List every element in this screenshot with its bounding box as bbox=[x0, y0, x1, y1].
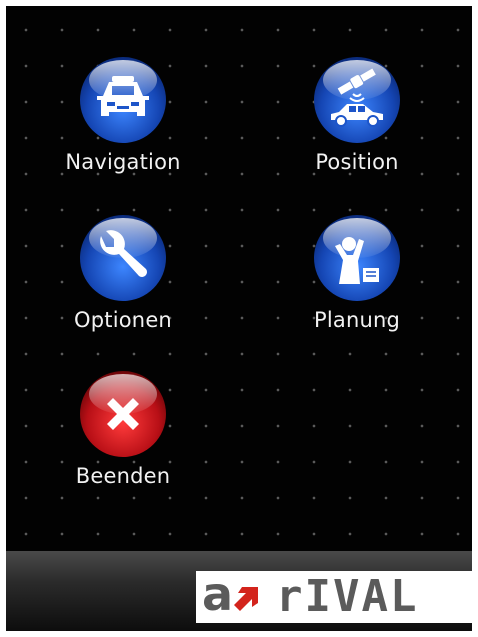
bottom-bar: a rIVAL bbox=[6, 551, 472, 631]
menu-label-planung: Planung bbox=[313, 308, 401, 332]
menu-label-beenden: Beenden bbox=[75, 464, 171, 488]
wrench-icon bbox=[79, 214, 167, 302]
menu-item-optionen[interactable]: Optionen bbox=[38, 214, 208, 344]
logo-text: rIVAL bbox=[276, 571, 419, 622]
menu-item-navigation[interactable]: Navigation bbox=[38, 56, 208, 186]
planning-icon bbox=[313, 214, 401, 302]
menu-label-position: Position bbox=[315, 150, 399, 174]
satellite-car-icon bbox=[313, 56, 401, 144]
device-frame: Navigation Position Optionen Planung Bee… bbox=[6, 6, 472, 631]
menu-item-position[interactable]: Position bbox=[272, 56, 442, 186]
arrival-logo: a rIVAL bbox=[196, 571, 472, 623]
menu-label-optionen: Optionen bbox=[74, 308, 172, 332]
car-icon bbox=[79, 56, 167, 144]
close-icon bbox=[79, 370, 167, 458]
menu-label-navigation: Navigation bbox=[65, 150, 181, 174]
menu-item-beenden[interactable]: Beenden bbox=[38, 370, 208, 500]
menu-item-planung[interactable]: Planung bbox=[272, 214, 442, 344]
main-menu-screen: Navigation Position Optionen Planung Bee… bbox=[6, 6, 472, 551]
